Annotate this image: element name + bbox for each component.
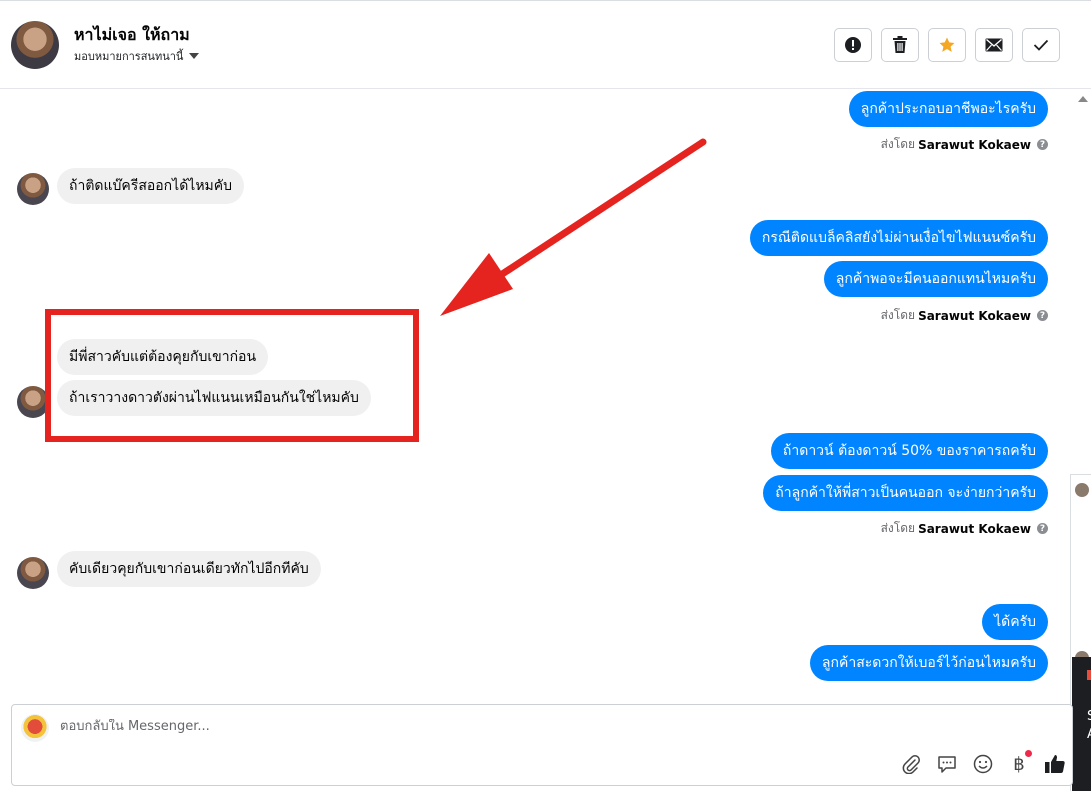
message-incoming[interactable]: คับเดียวคุยกับเขาก่อนเดียวทักไปอีกทีคับ [57,551,321,587]
saved-replies-button[interactable] [936,753,958,775]
message-incoming[interactable]: ถ้าติดแบ๊ครีสออกได้ไหมคับ [57,168,245,204]
message-outgoing[interactable]: กรณีติดแบล็คลิสยังไม่ผ่านเงื่อไขไฟแนนซ์ค… [749,220,1048,256]
message-outgoing[interactable]: ลูกค้าสะดวกให้เบอร์ไว้ก่อนไหมครับ [809,645,1048,681]
contact-avatar-small[interactable] [17,557,49,589]
sent-by-prefix: ส่งโดย [880,137,916,151]
sent-by-label: ส่งโดย Sarawut Kokaew ? [881,306,1048,325]
star-button[interactable] [928,28,966,62]
alert-icon [845,37,861,53]
mark-done-button[interactable] [1022,28,1060,62]
message-outgoing[interactable]: ได้ครับ [982,604,1048,640]
trash-icon [893,36,907,53]
star-icon [939,37,955,52]
emoji-button[interactable] [972,753,994,775]
conversation-toolbar [834,28,1060,62]
page-avatar [21,714,49,742]
side-avatar[interactable] [1075,483,1089,497]
paperclip-icon [902,755,920,774]
reply-input[interactable] [60,719,660,734]
delete-button[interactable] [881,28,919,62]
sent-by-label: ส่งโดย Sarawut Kokaew ? [881,135,1048,154]
scroll-up-arrow-icon[interactable] [1078,96,1088,102]
composer-tools: ฿ [900,750,1066,775]
notification-dot [1025,750,1032,757]
sent-by-name: Sarawut Kokaew [918,521,1031,536]
thumbs-up-icon [1045,755,1065,773]
reply-composer: ฿ [11,704,1073,786]
help-icon[interactable]: ? [1037,523,1048,534]
annotation-highlight-box [45,309,419,442]
emoji-icon [973,754,993,774]
chat-bubble-icon [938,756,956,773]
side-letter: A [1087,727,1091,742]
mark-spam-button[interactable] [834,28,872,62]
envelope-icon [985,38,1003,52]
assign-conversation-dropdown[interactable]: มอบหมายการสนทนานี้ [74,47,200,65]
help-icon[interactable]: ? [1037,139,1048,150]
side-letter: S [1087,709,1091,724]
contact-avatar[interactable] [11,21,59,69]
message-outgoing[interactable]: ถ้าดาวน์ ต้องดาวน์ 50% ของราคารถครับ [770,433,1048,469]
conversation-header: หาไม่เจอ ให้ถาม มอบหมายการสนทนานี้ [0,0,1091,89]
contact-name[interactable]: หาไม่เจอ ให้ถาม [74,23,190,48]
check-icon [1033,39,1049,51]
side-dark-popup: S A [1072,657,1091,791]
baht-icon: ฿ [1013,753,1025,775]
sent-by-prefix: ส่งโดย [880,521,916,535]
help-icon[interactable]: ? [1037,310,1048,321]
like-button[interactable] [1044,753,1066,775]
attach-button[interactable] [900,753,922,775]
mark-unread-button[interactable] [975,28,1013,62]
caret-down-icon [189,53,200,59]
assign-label: มอบหมายการสนทนานี้ [74,50,184,63]
payment-button[interactable]: ฿ [1008,750,1032,775]
message-outgoing[interactable]: ลูกค้าพอจะมีคนออกแทนไหมครับ [823,261,1048,297]
message-outgoing[interactable]: ลูกค้าประกอบอาชีพอะไรครับ [848,91,1048,127]
message-outgoing[interactable]: ถ้าลูกค้าให้พี่สาวเป็นคนออก จะง่ายกว่าคร… [763,475,1048,511]
flag-icon [1087,670,1091,680]
sent-by-name: Sarawut Kokaew [918,137,1031,152]
sent-by-label: ส่งโดย Sarawut Kokaew ? [881,519,1048,538]
sent-by-name: Sarawut Kokaew [918,308,1031,323]
contact-avatar-small[interactable] [17,173,49,205]
sent-by-prefix: ส่งโดย [880,308,916,322]
